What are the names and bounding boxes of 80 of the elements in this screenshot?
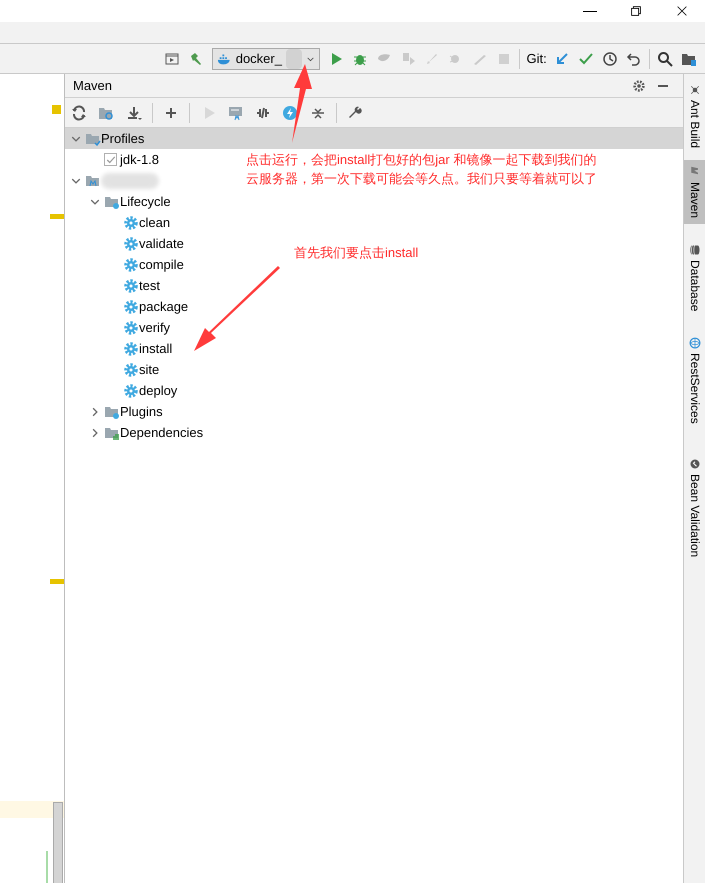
goal-label: install: [139, 340, 172, 358]
gear-icon: [123, 362, 139, 378]
tree-label: Dependencies: [120, 424, 204, 442]
tree-row[interactable]: test: [65, 275, 164, 296]
goal-label: package: [139, 298, 188, 316]
tool-window-tab[interactable]: Maven: [684, 160, 705, 224]
tree-row[interactable]: install: [65, 338, 176, 359]
search-icon: [657, 50, 673, 66]
tree-row[interactable]: package: [65, 296, 192, 317]
gutter-marker: [50, 579, 64, 584]
tree-label: Plugins: [120, 402, 163, 421]
tree-row[interactable]: verify: [65, 317, 174, 338]
gear-icon: [123, 256, 139, 272]
gear-icon: [123, 214, 139, 230]
tree-row[interactable]: deploy: [65, 380, 182, 401]
tree-row[interactable]: compile: [65, 254, 188, 275]
gear-icon: [123, 382, 139, 398]
run-window-icon: [164, 50, 180, 66]
tool-window-tab[interactable]: Database: [684, 238, 705, 318]
profiler-icon: [400, 50, 416, 66]
lightning-icon: [282, 104, 298, 120]
tool-window-tab[interactable]: Bean Validation: [684, 452, 705, 564]
minimize-icon: [658, 84, 668, 86]
restore-icon: [629, 4, 643, 18]
goal-label: verify: [139, 318, 170, 337]
tree-row[interactable]: Lifecycle: [65, 191, 175, 212]
checkmark-icon: [578, 50, 594, 66]
goal-label: test: [139, 276, 160, 295]
goal-label: site: [139, 360, 160, 379]
annotation-text: 首先我们要点击install: [294, 244, 418, 262]
ant-icon: [689, 84, 701, 96]
tool-window-tab[interactable]: RestServices: [684, 331, 705, 430]
database-icon: [689, 244, 701, 256]
tree-row[interactable]: Dependencies: [65, 422, 208, 443]
tree-row[interactable]: Profiles: [65, 128, 683, 149]
update-arrow-icon: [554, 50, 570, 66]
gear-icon: [123, 320, 139, 336]
tree-row[interactable]: jdk-1.8: [65, 149, 164, 170]
gutter-marker: [50, 214, 64, 219]
tree-row[interactable]: clean: [65, 212, 174, 233]
expanded-chevron-icon[interactable]: [90, 196, 100, 206]
bookmark-marker: [52, 105, 61, 114]
run-configuration-dropdown[interactable]: docker_: [212, 48, 320, 70]
globe-icon: [689, 337, 701, 350]
download-icon: [126, 104, 142, 120]
goal-label: validate: [139, 234, 184, 253]
collapsed-chevron-icon[interactable]: [90, 428, 100, 438]
refresh-icon: [71, 104, 87, 120]
tree-label: Lifecycle: [120, 192, 171, 211]
tool-window-tab[interactable]: Ant Build: [684, 78, 705, 154]
expanded-chevron-icon[interactable]: [71, 176, 81, 186]
panel-title: Maven: [73, 76, 112, 95]
settings-icon: [632, 78, 646, 92]
collapsed-chevron-icon[interactable]: [90, 406, 100, 416]
tree-label: Profiles: [101, 130, 144, 148]
blurred-label: [286, 48, 302, 68]
expanded-chevron-icon[interactable]: [71, 134, 81, 144]
tree-row[interactable]: Plugins: [65, 401, 167, 422]
annotation-text: 点击运行，会把install打包好的包jar 和镜像一起下载到我们的云服务器，第一次下载可能会等久点。我们只要等着就可以了: [246, 151, 598, 188]
gear-icon: [123, 278, 139, 294]
goal-label: clean: [139, 214, 170, 232]
git-label: Git:: [526, 50, 548, 68]
goal-label: deploy: [139, 382, 178, 400]
maven-goal-icon: [228, 104, 244, 120]
gear-icon: [123, 298, 139, 314]
change-marker: [46, 851, 48, 883]
undo-icon: [626, 50, 642, 66]
goal-label: compile: [139, 256, 184, 274]
tree-row[interactable]: validate: [65, 233, 188, 254]
wrench-icon: [347, 104, 363, 120]
close-icon: [675, 4, 689, 18]
tree-label: jdk-1.8: [120, 150, 160, 169]
minimize-icon: [583, 10, 597, 12]
gear-icon: [123, 340, 139, 356]
run-configuration-label: docker_: [236, 50, 282, 68]
tree-row[interactable]: site: [65, 359, 164, 380]
checkbox[interactable]: [104, 153, 117, 166]
blurred-label: [101, 172, 159, 188]
clock-icon: [602, 50, 618, 66]
gear-icon: [123, 236, 139, 252]
